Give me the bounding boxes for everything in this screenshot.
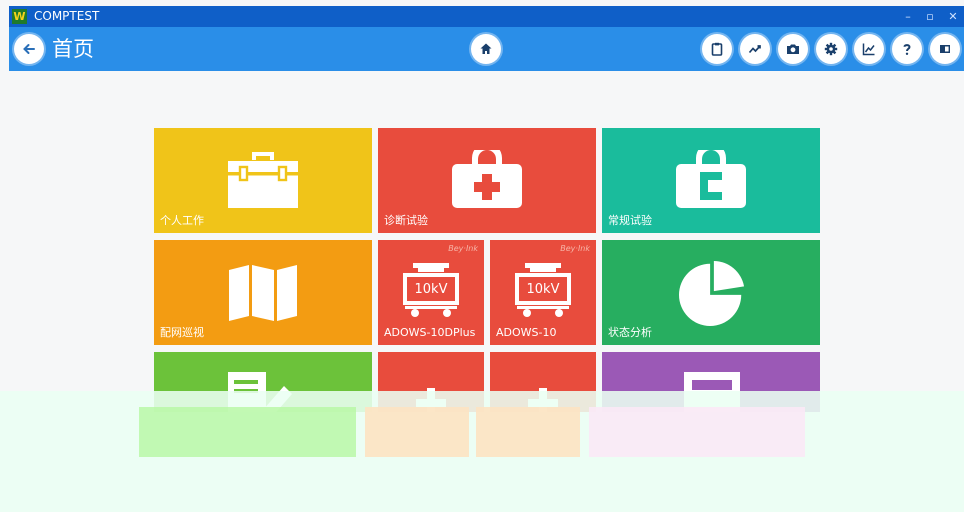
- overlay-ghost-tile: [139, 407, 356, 457]
- tile-label: 常规试验: [608, 214, 652, 227]
- app-logo-icon: W: [12, 9, 27, 24]
- tile-routine-test[interactable]: 常规试验: [602, 128, 820, 233]
- home-button[interactable]: [471, 34, 501, 64]
- clipboard-button[interactable]: [702, 34, 732, 64]
- chart-icon: [862, 43, 875, 56]
- tile-diagnostic-test[interactable]: 诊断试验: [378, 128, 596, 233]
- back-arrow-icon: [23, 44, 35, 54]
- overlay-ghost-tile: [589, 407, 805, 457]
- tile-network-patrol[interactable]: 配网巡视: [154, 240, 372, 345]
- chart-button[interactable]: [854, 34, 884, 64]
- toolbox-icon: [228, 152, 298, 208]
- voltage-badge: 10kV: [526, 282, 560, 297]
- app-toolbar: 首页: [9, 27, 964, 71]
- tile-personal-work[interactable]: 个人工作: [154, 128, 372, 233]
- map-icon: [229, 265, 297, 321]
- clipboard-icon: [711, 42, 723, 56]
- page-title: 首页: [52, 37, 94, 61]
- tile-label: 诊断试验: [384, 214, 428, 227]
- help-icon: [903, 44, 911, 55]
- tile-label: ADOWS-10DPlus: [384, 326, 476, 339]
- restore-button[interactable]: ▫: [920, 8, 940, 25]
- window-titlebar: W COMPTEST – ▫ ✕: [9, 6, 964, 27]
- overlay-ghost-tile: [365, 407, 469, 457]
- help-button[interactable]: [892, 34, 922, 64]
- trend-icon: [748, 45, 761, 54]
- camera-button[interactable]: [778, 34, 808, 64]
- tile-adows-10dplus[interactable]: Bey·Ink 10kV ADOWS-10DPlus: [378, 240, 484, 345]
- exit-button[interactable]: [930, 34, 960, 64]
- tile-adows-10[interactable]: Bey·Ink 10kV ADOWS-10: [490, 240, 596, 345]
- exit-icon: [940, 45, 950, 53]
- settings-icon: [824, 42, 838, 56]
- tile-status-analysis[interactable]: 状态分析: [602, 240, 820, 345]
- minimize-button[interactable]: –: [898, 8, 918, 25]
- close-button[interactable]: ✕: [943, 8, 963, 25]
- medical-kit-icon: [452, 150, 522, 208]
- tile-label: ADOWS-10: [496, 326, 557, 339]
- trend-button[interactable]: [740, 34, 770, 64]
- tile-label: 个人工作: [160, 214, 204, 227]
- pie-chart-icon: [679, 260, 745, 326]
- watermark: Bey·Ink: [560, 244, 590, 253]
- watermark: Bey·Ink: [448, 244, 478, 253]
- camera-icon: [787, 44, 799, 54]
- tile-label: 状态分析: [608, 326, 652, 339]
- back-button[interactable]: [14, 34, 44, 64]
- tile-label: 配网巡视: [160, 326, 204, 339]
- overlay-ghost-tile: [476, 407, 580, 457]
- settings-button[interactable]: [816, 34, 846, 64]
- kit-c-icon: [676, 150, 746, 208]
- window-title: COMPTEST: [34, 9, 100, 23]
- voltage-badge: 10kV: [414, 282, 448, 297]
- home-icon: [480, 43, 492, 54]
